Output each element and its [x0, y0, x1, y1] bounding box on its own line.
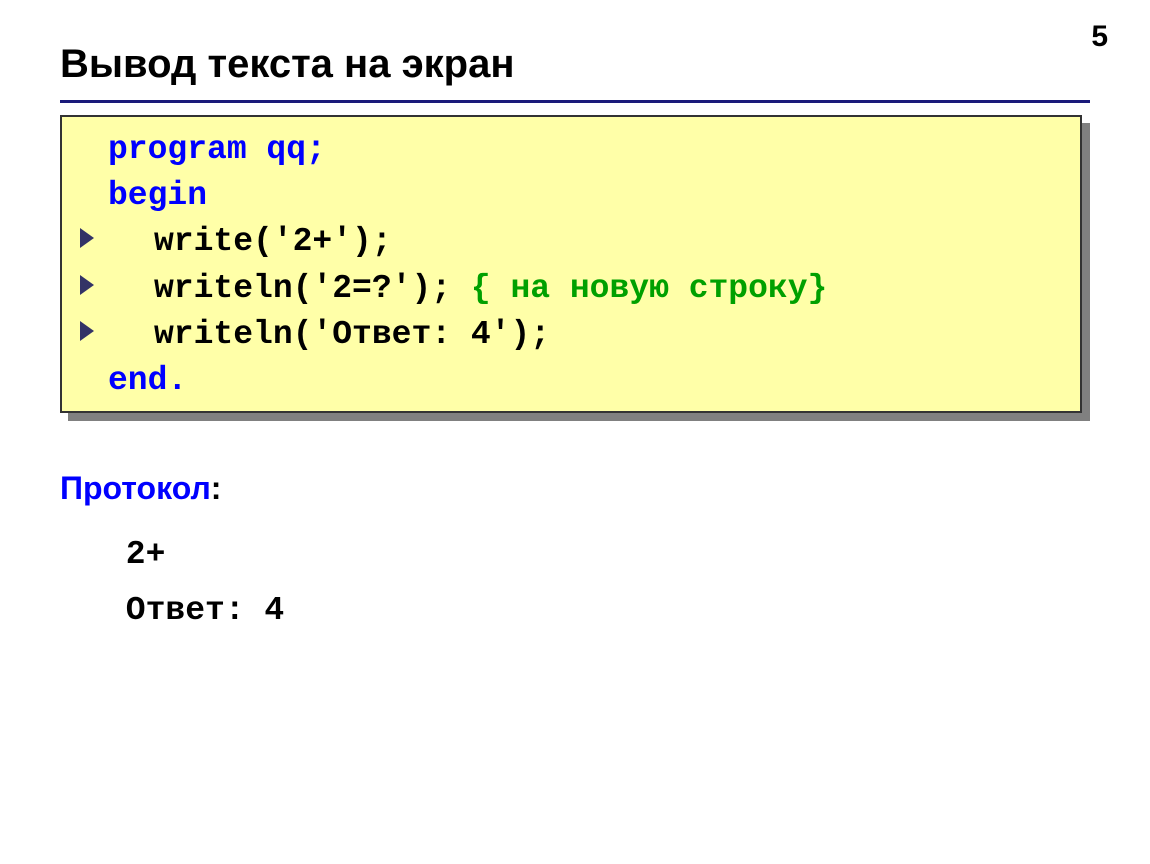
code-line-5: writeln('Ответ: 4'); [80, 312, 1062, 358]
code-line-4: writeln('2=?'); { на новую строку} [80, 266, 1062, 312]
protocol-output: 2+ Ответ: 4 [106, 527, 284, 639]
code-line-6: end. [80, 358, 1062, 404]
protocol-label: Протокол [60, 470, 211, 506]
code-text-3: write('2+'); [154, 223, 392, 260]
code-line-3: write('2+'); [80, 219, 1062, 265]
code-text-4: writeln('2=?'); [154, 270, 471, 307]
bullet-icon [80, 321, 94, 341]
code-text-5: writeln('Ответ: 4'); [154, 316, 550, 353]
slide-title: Вывод текста на экран [60, 42, 515, 87]
code-comment-4: { на новую строку} [471, 270, 827, 307]
bullet-icon [80, 228, 94, 248]
code-box: program qq; begin write('2+'); writeln('… [60, 115, 1082, 413]
code-kw-program: program qq; [108, 131, 326, 168]
code-kw-begin: begin [108, 177, 207, 214]
page-number: 5 [1091, 20, 1108, 54]
protocol-output-line2: Ответ: 4 [106, 592, 284, 629]
code-line-2: begin [80, 173, 1062, 219]
protocol-colon: : [211, 470, 222, 506]
code-kw-end: end. [108, 362, 187, 399]
protocol-output-line1: 2+ [106, 536, 165, 573]
title-underline [60, 100, 1090, 103]
code-line-1: program qq; [80, 127, 1062, 173]
bullet-icon [80, 275, 94, 295]
protocol-block: Протокол: 2+ Ответ: 4 [60, 470, 284, 639]
